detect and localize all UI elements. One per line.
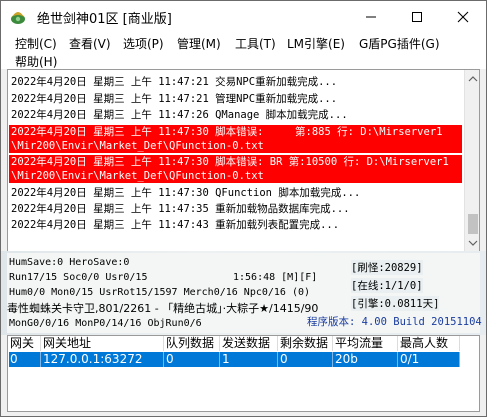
column-header-address[interactable]: 网关地址 bbox=[41, 336, 164, 351]
log-line: 2022年4月20日 星期三 上午 11:47:26 QManage 脚本加载完… bbox=[11, 109, 348, 121]
title-bar[interactable]: 绝世剑神01区 [商业版] bbox=[1, 1, 486, 33]
save-status: HumSave:0 HeroSave:0 bbox=[9, 257, 130, 268]
cell-sent: 1 bbox=[220, 352, 278, 367]
close-button[interactable] bbox=[440, 1, 486, 33]
column-header-gateway[interactable]: 网关 bbox=[8, 336, 41, 351]
maximize-button[interactable] bbox=[394, 1, 440, 33]
monster-gen-status: MonG0/0/16 MonP0/14/16 ObjRun0/6 bbox=[9, 318, 202, 329]
menu-view[interactable]: 查看(V) bbox=[69, 35, 111, 52]
log-line-error: \Mir200\Envir\Market_Def\QFunction-0.txt bbox=[11, 140, 264, 152]
window-title: 绝世剑神01区 [商业版] bbox=[37, 12, 172, 27]
object-counts: Hum0/0 Mon0/15 UsrRot15/1597 Merch0/16 N… bbox=[9, 287, 311, 298]
maximize-icon bbox=[412, 12, 422, 22]
log-line-error: 2022年4月20日 星期三 上午 11:47:30 脚本错误: BR 第:10… bbox=[11, 156, 449, 168]
program-version: 程序版本: 4.00 Build 20151104 bbox=[307, 316, 482, 328]
log-line: 2022年4月20日 星期三 上午 11:47:30 QFunction 脚本加… bbox=[11, 187, 361, 199]
cell-gateway: 0 bbox=[8, 352, 41, 367]
column-header-avg-traffic[interactable]: 平均流量 bbox=[333, 336, 398, 351]
online-count: [在线:1/1/0] bbox=[351, 278, 423, 293]
menu-options[interactable]: 选项(P) bbox=[123, 35, 164, 52]
cell-avg-traffic: 20b bbox=[333, 352, 398, 367]
status-panel: HumSave:0 HeroSave:0 Run17/15 Soc0/0 Usr… bbox=[7, 253, 482, 333]
log-line-error: 2022年4月20日 星期三 上午 11:47:30 脚本错误: 第:885 行… bbox=[11, 126, 443, 138]
column-header-max-users[interactable]: 最高人数 bbox=[398, 336, 460, 351]
cell-remaining: 0 bbox=[278, 352, 333, 367]
minimize-icon bbox=[366, 16, 376, 18]
run-status: Run17/15 Soc0/0 Usr0/15 bbox=[9, 272, 148, 283]
monster-status: 毒性蜘蛛关卡守卫,801/2261 - 「精绝古城」·大粽子★/1415/90 bbox=[7, 302, 319, 315]
menu-manage[interactable]: 管理(M) bbox=[177, 35, 221, 52]
menu-control[interactable]: 控制(C) bbox=[15, 35, 57, 52]
scroll-down-arrow-icon[interactable] bbox=[465, 236, 480, 250]
engine-uptime: [引擎:0.0811天] bbox=[351, 296, 440, 311]
menu-lm-engine[interactable]: LM引擎(E) bbox=[287, 35, 345, 52]
log-line: 2022年4月20日 星期三 上午 11:47:35 重新加载物品数据库完成..… bbox=[11, 203, 350, 215]
menu-bar: 控制(C) 查看(V) 选项(P) 管理(M) 工具(T) LM引擎(E) G盾… bbox=[1, 33, 486, 69]
column-header-queue[interactable]: 队列数据 bbox=[164, 336, 220, 351]
column-header-remaining[interactable]: 剩余数据 bbox=[278, 336, 333, 351]
menu-g-shield-plugin[interactable]: G盾PG插件(G) bbox=[359, 35, 440, 52]
scrollbar-thumb[interactable] bbox=[468, 214, 478, 234]
log-scrollbar[interactable] bbox=[464, 70, 480, 252]
cell-address: 127.0.0.1:63272 bbox=[41, 352, 164, 367]
log-line-error: \Mir200\Envir\Market_Def\QFunction-0.txt bbox=[11, 170, 264, 182]
log-line: 2022年4月20日 星期三 上午 11:47:21 交易NPC重新加载完成..… bbox=[11, 76, 338, 88]
gateway-table: 网关 网关地址 队列数据 发送数据 剩余数据 平均流量 最高人数 0 127.0… bbox=[7, 335, 480, 412]
close-icon bbox=[457, 11, 469, 23]
scroll-up-arrow-icon[interactable] bbox=[465, 72, 480, 86]
cell-max-users: 0/1 bbox=[398, 352, 460, 367]
menu-tools[interactable]: 工具(T) bbox=[235, 35, 276, 52]
log-line: 2022年4月20日 星期三 上午 11:47:21 管理NPC重新加载完成..… bbox=[11, 93, 338, 105]
server-window: 绝世剑神01区 [商业版] 控制(C) 查看(V) 选项(P) 管理(M) 工具… bbox=[0, 0, 487, 417]
run-time: 1:56:48 [M][F] bbox=[233, 272, 318, 283]
app-logo-icon bbox=[11, 12, 25, 24]
menu-help[interactable]: 帮助(H) bbox=[15, 53, 57, 70]
cell-queue: 0 bbox=[164, 352, 220, 367]
log-panel[interactable]: 2022年4月20日 星期三 上午 11:47:21 交易NPC重新加载完成..… bbox=[7, 69, 480, 253]
log-line: 2022年4月20日 星期三 上午 11:47:43 重新加载列表配置完成... bbox=[11, 219, 340, 231]
minimize-button[interactable] bbox=[348, 1, 394, 33]
column-header-sent[interactable]: 发送数据 bbox=[220, 336, 278, 351]
refresh-monster-count: [刷怪:20829] bbox=[351, 260, 423, 275]
